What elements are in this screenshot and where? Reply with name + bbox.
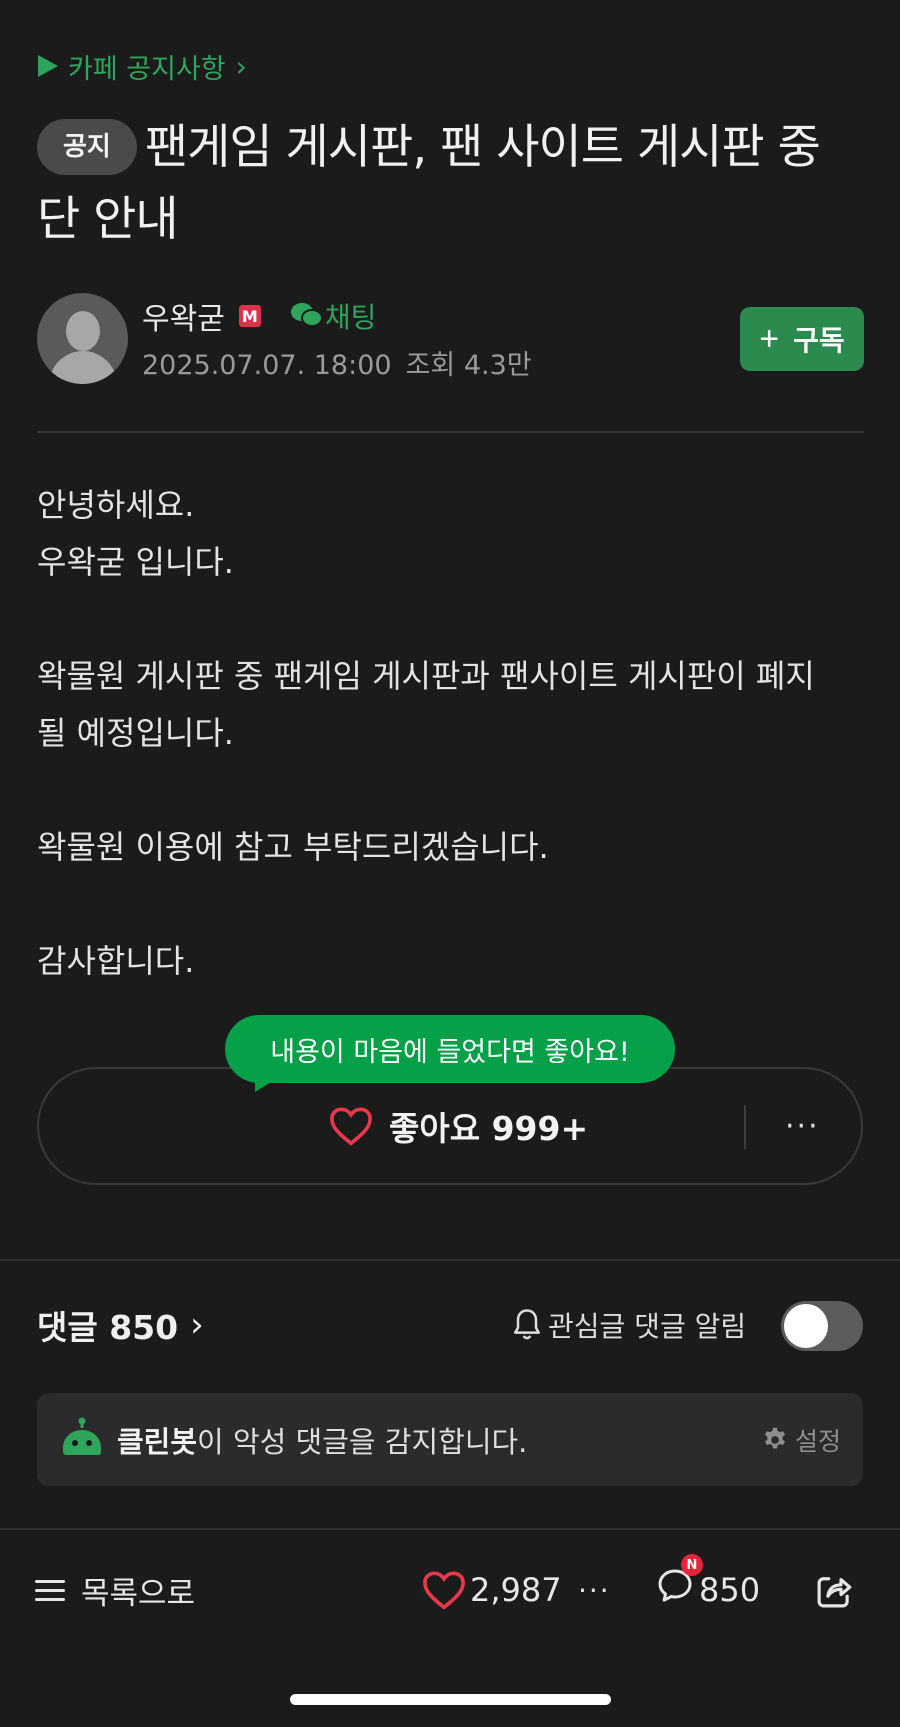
like-count: 2,987 [470,1571,562,1609]
cleanbot-message: 클린봇 이 악성 댓글을 감지합니다. [117,1393,527,1486]
heart-icon [423,1571,465,1610]
body-line: 안녕하세요. [37,486,195,524]
body-line [37,762,857,819]
chevron-right-icon: › [190,1305,204,1345]
chat-link[interactable]: 채팅 [290,296,377,336]
post-body: 안녕하세요. 우왁굳 입니다. 왁물원 게시판 중 팬게임 게시판과 팬사이트 … [37,477,857,990]
body-line: 왁물원 이용에 참고 부탁드리겠습니다. [37,828,549,866]
gear-icon [764,1427,786,1449]
author-row: 우왁굳 M 채팅 [142,294,377,338]
bottom-like-button[interactable]: 2,987 [422,1530,562,1650]
chat-icon [290,303,323,329]
plus-icon: + [759,319,780,358]
post-date: 2025.07.07. 18:00 [142,350,392,381]
bottom-comment-button[interactable]: N 850 [655,1530,760,1650]
chat-label: 채팅 [324,301,377,334]
level-badge: M [238,305,261,327]
share-icon[interactable] [812,1570,856,1612]
hamburger-icon [35,1574,65,1607]
tooltip-tail [255,1076,281,1092]
body-line [37,876,857,933]
breadcrumb-label: 카페 공지사항 [68,53,226,85]
comments-title: 댓글 850 [37,1308,179,1347]
chevron-right-icon: › [235,49,247,83]
breadcrumb[interactable]: 카페 공지사항 › [38,48,247,85]
like-tooltip: 내용이 마음에 들었다면 좋아요! [225,1015,675,1083]
heart-icon [330,1107,372,1146]
comments-header[interactable]: 댓글 850 › [37,1303,204,1347]
like-box: 좋아요 999+ ··· [37,1067,863,1185]
list-label: 목록으로 [81,1575,196,1612]
toggle-knob [784,1304,828,1348]
like-button[interactable]: 좋아요 999+ [329,1069,588,1183]
avatar-body [49,351,117,384]
comment-count: 850 [699,1571,761,1609]
settings-label: 설정 [794,1426,841,1456]
back-to-list-button[interactable]: 목록으로 [35,1530,195,1650]
view-count: 조회 4.3만 [405,350,532,381]
comment-alert-toggle[interactable] [781,1301,863,1351]
body-line [37,591,857,648]
more-icon[interactable]: ··· [578,1530,611,1650]
notice-badge: 공지 [37,119,137,175]
alert-label: 관심글 댓글 알림 [548,1310,747,1343]
like-separator [744,1105,746,1149]
subscribe-button[interactable]: + 구독 [740,307,864,371]
page-title: 공지 팬게임 게시판, 팬 사이트 게시판 중단 안내 [37,112,827,256]
new-badge: N [681,1554,703,1576]
play-triangle-icon [38,55,58,77]
cleanbot-name: 클린봇 [117,1424,198,1459]
author-name[interactable]: 우왁굳 [142,294,225,338]
home-indicator [290,1694,611,1705]
body-line: 감사합니다. [37,942,195,980]
avatar[interactable] [37,293,128,384]
cleanbot-text: 이 악성 댓글을 감지합니다. [197,1424,528,1459]
cleanbot-banner: 클린봇 이 악성 댓글을 감지합니다. 설정 [37,1393,863,1486]
post-title-text: 팬게임 게시판, 팬 사이트 게시판 중단 안내 [37,120,821,247]
comment-alert: 관심글 댓글 알림 [510,1302,746,1348]
section-divider [0,1259,900,1261]
avatar-icon [66,311,100,351]
subscribe-label: 구독 [793,325,845,356]
divider [37,431,864,433]
more-icon[interactable]: ··· [785,1069,820,1183]
bottom-bar: 목록으로 2,987 ··· N 850 [0,1530,900,1650]
robot-icon [63,1417,101,1455]
body-line: 왁물원 게시판 중 팬게임 게시판과 팬사이트 게시판이 폐지 될 예정입니다. [37,657,815,752]
body-line: 우왁굳 입니다. [37,543,234,581]
cleanbot-settings-button[interactable]: 설정 [761,1393,841,1486]
post-meta: 2025.07.07. 18:00 조회 4.3만 [142,343,532,382]
like-label: 좋아요 999+ [389,1109,589,1148]
bell-icon [513,1309,541,1340]
